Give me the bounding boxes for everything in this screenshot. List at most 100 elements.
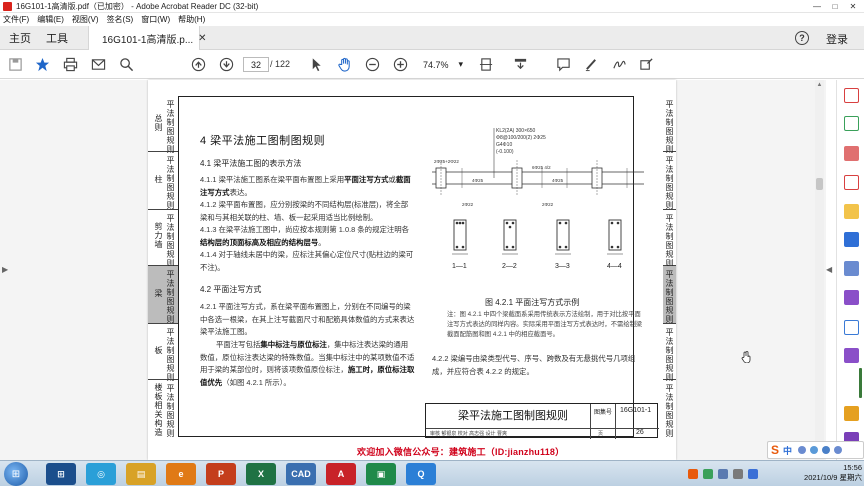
share-icon[interactable] — [844, 261, 859, 276]
taskbar-app-explorer[interactable]: ⊞ — [46, 463, 76, 485]
taskbar-app-ie[interactable]: e — [166, 463, 196, 485]
taskbar-clock[interactable]: 15:56 2021/10/9 星期六 — [780, 463, 862, 483]
tab-document[interactable]: 16G101-1高清版.p... ✕ — [88, 26, 207, 50]
tray-app-icon[interactable] — [703, 469, 713, 479]
page-fit-icon[interactable] — [478, 56, 495, 73]
ime-voice-icon[interactable] — [810, 446, 819, 454]
login-button[interactable]: 登录 — [826, 31, 848, 47]
send-for-signature-icon[interactable] — [844, 320, 859, 335]
close-button[interactable]: ✕ — [844, 0, 862, 13]
chapter-tab-right-active[interactable]: 平法制图规则 — [663, 266, 676, 324]
chapter-tab-slab[interactable]: 平法制图规则 板 — [148, 324, 178, 382]
taskbar-app-excel[interactable]: X — [246, 463, 276, 485]
chapter-tab-right[interactable]: 平法制图规则 — [663, 380, 676, 438]
fill-sign-icon[interactable] — [844, 290, 859, 305]
chapter-tab-label: 平法制图规则 — [166, 270, 175, 324]
ime-punctuation-icon[interactable] — [798, 446, 807, 454]
clause-emphasis: 集中标注与原位标注 — [260, 340, 327, 349]
svg-text:2Φ22: 2Φ22 — [462, 202, 474, 207]
search-icon[interactable] — [118, 56, 135, 73]
chapter-tab-label: 板 — [154, 346, 163, 355]
chapter-tab-general[interactable]: 平法制图规则 总则 — [148, 96, 178, 154]
chapter-tab-right[interactable]: 平法制图规则 — [663, 324, 676, 382]
start-button[interactable]: ⊞ — [4, 462, 28, 486]
tray-sogou-icon[interactable] — [688, 469, 698, 479]
chapter-tab-slab-related[interactable]: 平法制图规则 楼板相关构造 — [148, 380, 178, 438]
menu-sign[interactable]: 签名(S) — [107, 14, 134, 25]
scroll-up-icon[interactable]: ▲ — [815, 80, 824, 89]
print-icon[interactable] — [62, 56, 79, 73]
clause-text: （如图 4.2.1 所示）。 — [222, 377, 291, 387]
draw-sign-icon[interactable] — [611, 56, 628, 73]
left-chapter-tabs: 平法制图规则 总则 平法制图规则 柱 平法制图规则 剪力墙 平法制图规则 梁 平… — [148, 96, 178, 438]
taskbar-app-blue[interactable]: Q — [406, 463, 436, 485]
menu-help[interactable]: 帮助(H) — [178, 14, 205, 25]
help-icon[interactable]: ? — [795, 31, 809, 45]
comment-icon[interactable] — [555, 56, 572, 73]
tray-flag-icon[interactable] — [748, 469, 758, 479]
hand-tool-icon[interactable] — [336, 56, 353, 73]
protect-icon[interactable] — [844, 406, 859, 421]
page-number-input[interactable]: 32 — [243, 57, 269, 72]
tab-tools[interactable]: 工具 — [46, 26, 68, 50]
edit-pdf-icon[interactable] — [844, 175, 859, 190]
collapse-left-panel-icon[interactable]: ▶ — [2, 265, 8, 274]
export-pdf-icon[interactable] — [844, 88, 859, 103]
ime-skin-icon[interactable] — [834, 446, 843, 454]
taskbar-app-browser[interactable]: ◎ — [86, 463, 116, 485]
create-pdf-icon[interactable] — [844, 116, 859, 131]
fig-label: Φ8@100/200(2) 2Φ25 — [496, 135, 546, 141]
more-tools-icon[interactable] — [638, 56, 655, 73]
select-cursor-icon[interactable] — [308, 56, 325, 73]
organize-pages-icon[interactable] — [844, 146, 859, 161]
taskbar-app-acrobat[interactable]: A — [326, 463, 356, 485]
scrollbar-thumb[interactable] — [816, 178, 823, 190]
zoom-level-dropdown[interactable]: 74.7% ▾ — [414, 57, 468, 72]
tray-network-icon[interactable] — [718, 469, 728, 479]
ime-keyboard-icon[interactable] — [822, 446, 831, 454]
menu-window[interactable]: 窗口(W) — [141, 14, 170, 25]
taskbar-app-green[interactable]: ▣ — [366, 463, 396, 485]
taskbar-app-cad[interactable]: CAD — [286, 463, 316, 485]
taskbar-app-files[interactable]: ▤ — [126, 463, 156, 485]
panel-scroll-indicator[interactable] — [859, 368, 862, 398]
combine-files-icon[interactable] — [844, 232, 859, 247]
chapter-tab-column[interactable]: 平法制图规则 柱 — [148, 152, 178, 210]
tab-close-icon[interactable]: ✕ — [198, 33, 206, 44]
tray-volume-icon[interactable] — [733, 469, 743, 479]
chapter-tab-right[interactable]: 平法制图规则 — [663, 152, 676, 210]
more-tools-panel-icon[interactable] — [844, 348, 859, 363]
title-block-roles: 审核 郁银泉 校对 高志强 设计 曹爽 — [430, 431, 507, 437]
chapter-tab-label: 剪力墙 — [154, 222, 163, 249]
maximize-button[interactable]: □ — [826, 0, 844, 13]
ime-mode[interactable]: 中 — [783, 444, 792, 457]
fig-label: 4Φ25 — [472, 178, 484, 183]
chapter-tab-right[interactable]: 平法制图规则 — [663, 96, 676, 154]
bookmark-star-icon[interactable] — [34, 56, 51, 73]
page-down-icon[interactable] — [218, 56, 235, 73]
menu-view[interactable]: 视图(V) — [72, 14, 99, 25]
highlight-pen-icon[interactable] — [583, 56, 600, 73]
taskbar-app-powerpoint[interactable]: P — [206, 463, 236, 485]
menu-file[interactable]: 文件(F) — [3, 14, 29, 25]
window-title: 16G101-1高清版.pdf（已加密） - Adobe Acrobat Rea… — [16, 1, 259, 11]
clause-text: 或 — [388, 175, 396, 184]
vertical-scrollbar[interactable]: ▲ ▼ — [815, 80, 824, 460]
save-icon[interactable] — [7, 56, 24, 73]
zoom-out-icon[interactable] — [364, 56, 381, 73]
tab-home[interactable]: 主页 — [9, 26, 31, 50]
collapse-right-panel-icon[interactable]: ◀ — [826, 265, 832, 274]
zoom-level-value: 74.7% — [423, 59, 449, 70]
page-up-icon[interactable] — [190, 56, 207, 73]
minimize-button[interactable]: — — [808, 0, 826, 13]
chapter-tab-right[interactable]: 平法制图规则 — [663, 210, 676, 268]
zoom-in-icon[interactable] — [392, 56, 409, 73]
chapter-tab-shear-wall[interactable]: 平法制图规则 剪力墙 — [148, 210, 178, 268]
toolbar: 32 / 122 74.7% ▾ — [0, 50, 864, 79]
ime-toolbar[interactable]: S 中 — [767, 441, 864, 459]
menu-edit[interactable]: 编辑(E) — [37, 14, 64, 25]
scroll-mode-icon[interactable] — [512, 56, 529, 73]
comment-panel-icon[interactable] — [844, 204, 859, 219]
chapter-tab-beam[interactable]: 平法制图规则 梁 — [148, 266, 178, 324]
email-icon[interactable] — [90, 56, 107, 73]
